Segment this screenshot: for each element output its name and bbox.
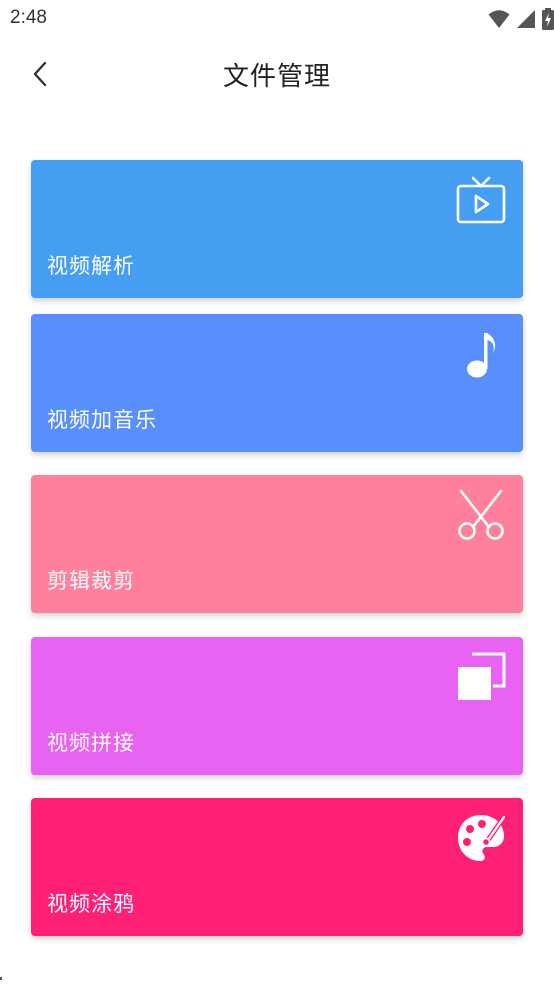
edge-mark [0,977,2,980]
card-video-join[interactable]: 视频拼接 [31,637,523,775]
signal-icon [516,9,536,29]
app-header: 文件管理 [0,38,554,114]
card-label: 视频涂鸦 [47,892,135,916]
music-note-icon [455,328,507,380]
card-video-add-music[interactable]: 视频加音乐 [31,314,523,452]
page-title: 文件管理 [222,62,331,92]
card-label: 视频拼接 [47,731,135,755]
status-time: 2:48 [10,7,47,28]
overlap-squares-icon [455,651,507,703]
status-bar: 2:48 [0,0,554,38]
battery-charging-icon [542,8,554,30]
palette-icon [455,812,507,864]
card-label: 视频加音乐 [47,408,157,432]
card-label: 剪辑裁剪 [47,569,135,593]
scissors-icon [455,489,507,541]
tv-play-icon [455,174,507,226]
card-video-graffiti[interactable]: 视频涂鸦 [31,798,523,936]
card-video-parse[interactable]: 视频解析 [31,160,523,298]
card-clip-crop[interactable]: 剪辑裁剪 [31,475,523,613]
card-label: 视频解析 [47,254,135,278]
wifi-icon [488,9,510,29]
status-icons [488,8,554,30]
